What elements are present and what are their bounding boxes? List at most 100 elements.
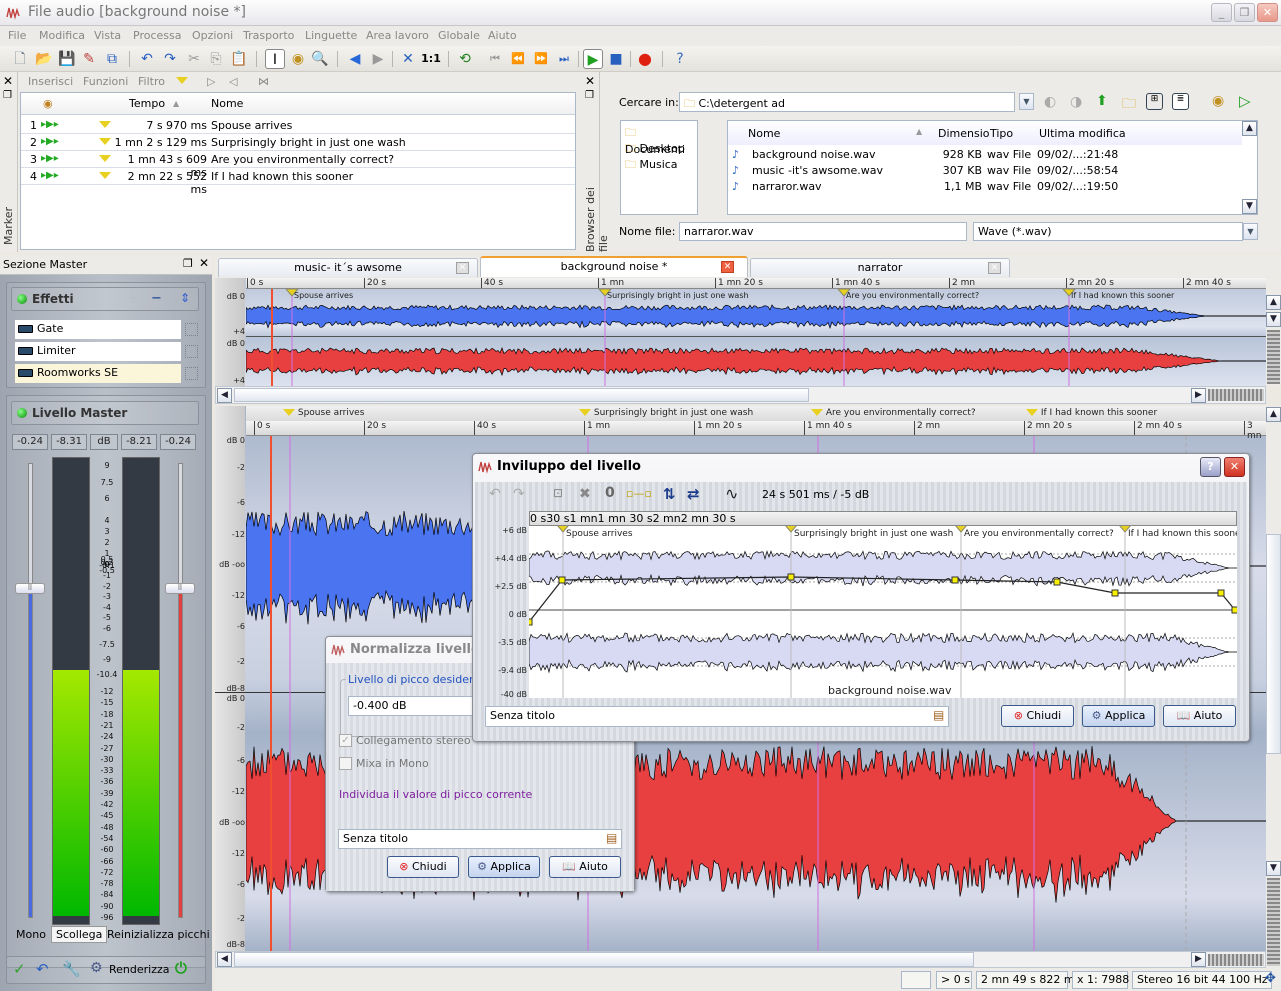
- find-peak-link[interactable]: Individua il valore di picco corrente: [339, 788, 532, 801]
- scroll-up-button[interactable]: ▲: [1266, 407, 1281, 422]
- restore-button[interactable]: ❐: [1234, 3, 1255, 22]
- prev-marker-icon[interactable]: ▷: [207, 75, 215, 88]
- minimize-button[interactable]: _: [1211, 3, 1232, 22]
- close-tab-icon[interactable]: ✕: [456, 262, 469, 274]
- insert-button[interactable]: Inserisci: [28, 75, 73, 88]
- curve-icon[interactable]: ∿: [725, 484, 738, 503]
- close-dialog-icon[interactable]: ✕: [1224, 457, 1245, 477]
- close-button[interactable]: ⊗ Chiudi: [1001, 705, 1074, 727]
- filetype-dropdown[interactable]: ▼: [1243, 223, 1258, 240]
- marker-row[interactable]: 1 ▸▶▸ 7 s 970 ms Spouse arrives: [21, 117, 575, 134]
- marker-panel-tab[interactable]: ✕ ❐ Marker: [0, 72, 18, 252]
- place-music[interactable]: 🗀 Musica: [625, 156, 678, 175]
- play-marker-icon[interactable]: ▸▶▸: [41, 136, 59, 147]
- help-button[interactable]: 📖 Aiuto: [1163, 705, 1236, 727]
- filetype-select[interactable]: Wave (*.wav): [973, 222, 1243, 241]
- marker-row[interactable]: 3 ▸▶▸ 1 mn 43 s 609 ms Are you environme…: [21, 151, 575, 179]
- play-icon[interactable]: ▶: [583, 49, 603, 69]
- overview-vscroll[interactable]: ▲ ▼: [1266, 278, 1281, 386]
- float-panel-icon[interactable]: ❐: [183, 257, 193, 270]
- preset-cabinet-icon[interactable]: ▤: [606, 831, 617, 845]
- undo-icon[interactable]: ↶: [489, 486, 501, 502]
- zoom-slider[interactable]: [1208, 389, 1264, 401]
- close-panel-icon[interactable]: ✕: [3, 74, 13, 88]
- file-row[interactable]: ♪ narraror.wav 1,1 MB wav File 09/02/...…: [732, 180, 1242, 196]
- close-panel-icon[interactable]: ✕: [585, 74, 595, 88]
- list-view-icon[interactable]: ⊞: [1146, 93, 1163, 110]
- scroll-thumb[interactable]: [234, 952, 974, 967]
- filename-input[interactable]: narraror.wav: [679, 222, 967, 241]
- marker-row[interactable]: 4 ▸▶▸ 2 mn 22 s 552 ms If I had known th…: [21, 168, 575, 196]
- tab-narrator[interactable]: narrator ✕: [750, 258, 1010, 277]
- marker-type-icon[interactable]: [176, 77, 188, 84]
- effect-bypass-toggle[interactable]: [185, 367, 198, 380]
- vzoom-slider[interactable]: [1267, 878, 1280, 966]
- scroll-left-button[interactable]: ◀: [217, 952, 232, 967]
- reset-zero-button[interactable]: 0: [605, 485, 615, 501]
- reorder-effect-icon[interactable]: ⇕: [180, 291, 190, 305]
- stop-icon[interactable]: ■: [606, 49, 626, 69]
- close-panel-icon[interactable]: ✕: [199, 256, 209, 270]
- menu-transport[interactable]: Trasporto: [243, 29, 294, 42]
- scroll-down-button[interactable]: ▼: [1266, 312, 1281, 327]
- new-folder-icon[interactable]: 🗀: [1122, 93, 1136, 117]
- undo-icon[interactable]: ↶: [137, 49, 157, 69]
- preset-input[interactable]: Senza titolo: [338, 829, 622, 849]
- menu-workspace[interactable]: Area lavoro: [366, 29, 429, 42]
- scroll-right-button[interactable]: ▶: [1191, 388, 1206, 403]
- marker-flag[interactable]: Surprisingly bright in just one wash: [579, 408, 753, 418]
- add-effect-icon[interactable]: +: [128, 291, 139, 306]
- marker-flag[interactable]: Are you environmentally correct?: [811, 408, 976, 418]
- render-button[interactable]: Renderizza: [109, 963, 170, 976]
- main-hscrollbar[interactable]: ◀ ▶: [215, 951, 1266, 968]
- paste-icon[interactable]: 📋: [229, 49, 249, 69]
- marker-flag[interactable]: Spouse arrives: [283, 408, 364, 418]
- effect-bypass-toggle[interactable]: [185, 345, 198, 358]
- delete-point-icon[interactable]: ✖: [579, 486, 591, 502]
- flip-vertical-icon[interactable]: ⇅: [663, 485, 676, 503]
- copy-icon[interactable]: ⎘: [206, 49, 226, 69]
- remove-effect-icon[interactable]: −: [151, 291, 162, 306]
- menu-edit[interactable]: Modifica: [39, 29, 85, 42]
- effect-slot-roomworks[interactable]: Roomworks SE: [15, 364, 181, 383]
- apply-button[interactable]: ⚙ Applica: [1082, 705, 1155, 727]
- select-points-icon[interactable]: ⊡: [553, 486, 563, 500]
- menu-view[interactable]: Vista: [94, 29, 121, 42]
- look-in-dropdown[interactable]: ▼: [1019, 93, 1034, 110]
- column-name[interactable]: Nome: [748, 127, 780, 140]
- scroll-up-button[interactable]: ▲: [1266, 295, 1281, 310]
- fast-forward-icon[interactable]: ⏩: [531, 49, 551, 69]
- rewind-icon[interactable]: ⏪: [508, 49, 528, 69]
- scroll-up-button[interactable]: ▲: [1242, 121, 1257, 136]
- loop-icon[interactable]: ⟲: [455, 49, 475, 69]
- resize-grip-icon[interactable]: ✥: [1265, 971, 1276, 986]
- effects-active-led[interactable]: [17, 294, 27, 304]
- close-tab-icon[interactable]: ✕: [721, 261, 734, 273]
- up-folder-icon[interactable]: ⬆: [1096, 93, 1108, 109]
- file-row[interactable]: ♪ background noise.wav 928 KB wav File 0…: [732, 148, 1242, 164]
- marker-row[interactable]: 2 ▸▶▸ 1 mn 2 s 129 ms Surprisingly brigh…: [21, 134, 575, 151]
- scroll-right-button[interactable]: ▶: [1191, 952, 1206, 967]
- column-type[interactable]: Tipo: [990, 127, 1013, 140]
- menu-options[interactable]: Opzioni: [192, 29, 233, 42]
- play-marker-icon[interactable]: ▸▶▸: [41, 119, 59, 130]
- vscroll-thumb[interactable]: [1266, 534, 1281, 754]
- stereo-link-checkbox[interactable]: ✓: [339, 734, 352, 747]
- playback-cursor[interactable]: [271, 289, 273, 386]
- menu-global[interactable]: Globale: [438, 29, 480, 42]
- marker-flag[interactable]: If I had known this sooner: [1026, 408, 1157, 418]
- context-help-icon[interactable]: ?: [670, 49, 690, 69]
- help-button[interactable]: 📖 Aiuto: [549, 856, 621, 878]
- look-in-select[interactable]: 🗀 C:\detergent ad: [679, 92, 1015, 112]
- left-fader-track[interactable]: [28, 463, 33, 918]
- zoom-tool-icon[interactable]: 🔍: [310, 49, 330, 69]
- filter-button[interactable]: Filtro: [138, 75, 165, 88]
- play-marker-icon[interactable]: ▸▶▸: [41, 153, 59, 164]
- cut-icon[interactable]: ✂: [184, 49, 204, 69]
- overview-waveform[interactable]: dB 0 +4 dB 0 +4 0 s 20 s 40 s 1 mn 1 mn 20 s…: [215, 278, 1266, 386]
- reset-peaks-button[interactable]: Reinizializza picchi: [107, 928, 210, 941]
- float-panel-icon[interactable]: ❐: [585, 90, 594, 101]
- right-fader-track[interactable]: [178, 463, 183, 918]
- region-marker-icon[interactable]: ⋈: [258, 75, 269, 88]
- power-icon[interactable]: ⏻: [175, 959, 187, 977]
